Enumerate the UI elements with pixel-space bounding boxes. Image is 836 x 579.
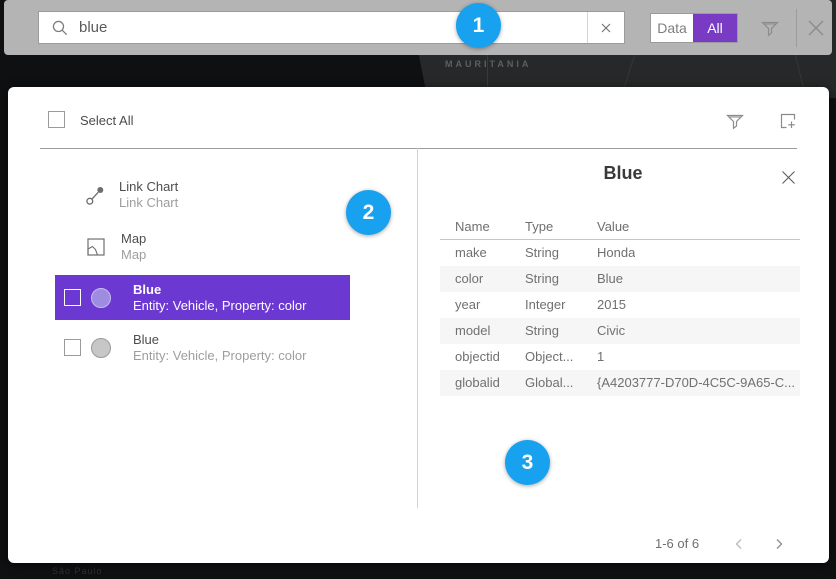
table-row: make String Honda (440, 240, 800, 266)
column-header-value: Value (597, 219, 629, 234)
clear-search-button[interactable] (587, 12, 624, 43)
table-row: model String Civic (440, 318, 800, 344)
toolbar-divider (796, 9, 797, 47)
cell-value: 2015 (597, 292, 626, 318)
result-title: Map (121, 231, 146, 247)
table-row: year Integer 2015 (440, 292, 800, 318)
cell-type: String (525, 240, 559, 266)
select-all-checkbox[interactable] (48, 111, 65, 128)
panel-header-divider (40, 148, 797, 149)
result-subtitle: Entity: Vehicle, Property: color (133, 348, 306, 364)
cell-value: {A4203777-D70D-4C5C-9A65-C... (597, 370, 795, 396)
cell-type: Object... (525, 344, 573, 370)
result-item-map[interactable]: Map Map (85, 226, 385, 268)
search-icon (51, 19, 69, 37)
attribute-table: Name Type Value make String Honda color … (440, 211, 800, 396)
table-header: Name Type Value (440, 211, 800, 240)
cell-name: color (455, 266, 483, 292)
cell-type: String (525, 266, 559, 292)
entity-circle-icon (91, 338, 111, 358)
search-box[interactable] (38, 11, 625, 44)
cell-name: globalid (455, 370, 500, 396)
result-subtitle: Map (121, 247, 146, 263)
close-search-button[interactable] (801, 13, 831, 43)
search-toolbar: Data All (4, 0, 832, 55)
detail-title: Blue (417, 163, 829, 184)
map-icon (85, 236, 107, 258)
table-row: globalid Global... {A4203777-D70D-4C5C-9… (440, 370, 800, 396)
cell-type: String (525, 318, 559, 344)
search-input[interactable] (79, 12, 587, 43)
pagination-label: 1-6 of 6 (655, 536, 699, 551)
result-checkbox[interactable] (64, 339, 81, 356)
result-item-blue-selected[interactable]: Blue Entity: Vehicle, Property: color (55, 275, 350, 320)
cell-name: make (455, 240, 487, 266)
funnel-icon (725, 111, 745, 131)
entity-circle-icon (91, 288, 111, 308)
result-title: Link Chart (119, 179, 178, 195)
link-chart-icon (85, 184, 107, 206)
column-header-type: Type (525, 219, 553, 234)
map-label-mauritania: MAURITANIA (445, 59, 531, 69)
result-title: Blue (133, 282, 306, 298)
results-filter-button[interactable] (721, 107, 749, 135)
table-row: color String Blue (440, 266, 800, 292)
funnel-icon (760, 18, 780, 38)
result-item-link-chart[interactable]: Link Chart Link Chart (85, 174, 385, 216)
clear-x-icon (599, 21, 613, 35)
cell-name: objectid (455, 344, 500, 370)
result-checkbox[interactable] (64, 289, 81, 306)
search-scope-toggle: Data All (650, 13, 738, 43)
cell-value: Blue (597, 266, 623, 292)
result-title: Blue (133, 332, 306, 348)
cell-type: Integer (525, 292, 565, 318)
pagination-next-button[interactable] (766, 531, 792, 557)
scope-data-button[interactable]: Data (651, 14, 693, 42)
result-subtitle: Entity: Vehicle, Property: color (133, 298, 306, 314)
column-header-name: Name (455, 219, 490, 234)
cell-value: Civic (597, 318, 625, 344)
callout-badge-1: 1 (456, 3, 501, 48)
add-to-selection-button[interactable] (774, 107, 802, 135)
map-label-city: São Paulo (52, 566, 103, 576)
result-subtitle: Link Chart (119, 195, 178, 211)
callout-badge-2: 2 (346, 190, 391, 235)
detail-close-button[interactable] (778, 167, 798, 187)
cell-name: year (455, 292, 480, 318)
chevron-left-icon (733, 538, 745, 550)
pagination-prev-button[interactable] (726, 531, 752, 557)
cell-value: 1 (597, 344, 604, 370)
cell-type: Global... (525, 370, 573, 396)
search-results-panel: Select All Link Chart Link Chart (8, 87, 829, 563)
result-item-blue[interactable]: Blue Entity: Vehicle, Property: color (55, 325, 355, 370)
scope-all-button[interactable]: All (693, 14, 737, 42)
table-row: objectid Object... 1 (440, 344, 800, 370)
cell-name: model (455, 318, 490, 344)
close-icon (805, 17, 827, 39)
chevron-right-icon (773, 538, 785, 550)
square-plus-icon (778, 111, 798, 131)
close-icon (780, 169, 797, 186)
cell-value: Honda (597, 240, 635, 266)
callout-badge-3: 3 (505, 440, 550, 485)
list-detail-divider (417, 148, 418, 508)
select-all-label: Select All (80, 113, 133, 128)
filter-button[interactable] (754, 12, 786, 44)
